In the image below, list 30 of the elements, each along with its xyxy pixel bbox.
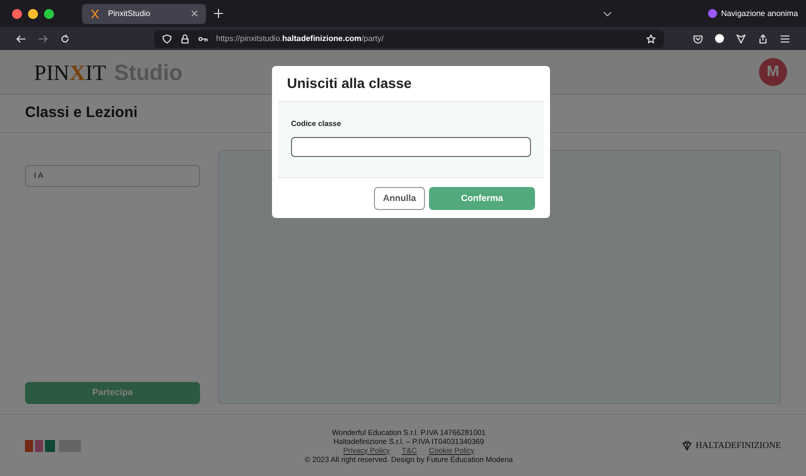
join-button[interactable]: Partecipa (25, 382, 200, 404)
pocket-icon[interactable] (693, 34, 703, 44)
dialog-title: Unisciti alla classe (287, 74, 412, 93)
browser-tab[interactable]: PinxitStudio (82, 4, 206, 24)
reload-icon[interactable] (60, 34, 70, 44)
partner-logo-icon (682, 440, 692, 450)
bookmark-star-icon[interactable] (646, 34, 656, 44)
class-field[interactable]: I A (25, 165, 200, 187)
menu-icon[interactable] (780, 34, 790, 44)
partner-name: HALTADEFINIZIONE (696, 438, 781, 452)
share-icon[interactable] (758, 34, 768, 44)
user-avatar[interactable]: M (759, 58, 787, 86)
fem-logo-drawing (25, 440, 81, 452)
class-code-field[interactable] (291, 137, 531, 158)
new-tab-icon[interactable] (214, 9, 223, 18)
address-bar[interactable]: https://pinxitstudio.haltadefinizione.com/party/ (154, 30, 664, 48)
private-browsing-label: Navigazione anonima (721, 8, 798, 20)
back-icon[interactable] (16, 34, 26, 44)
lock-icon (180, 34, 190, 44)
page-title: Classi e Lezioni (25, 103, 138, 124)
shield-icon (162, 34, 172, 44)
cancel-button[interactable]: Annulla (374, 186, 425, 210)
forward-icon[interactable] (38, 34, 48, 44)
confirm-button[interactable]: Conferma (429, 186, 535, 210)
close-icon[interactable] (191, 10, 198, 17)
chevron-down-icon[interactable] (603, 10, 612, 16)
private-mask-icon (708, 9, 718, 18)
tab-favicon-icon (90, 8, 100, 18)
window-controls[interactable] (12, 8, 54, 18)
url-text: https://pinxitstudio.haltadefinizione.com/party/ (216, 32, 385, 44)
